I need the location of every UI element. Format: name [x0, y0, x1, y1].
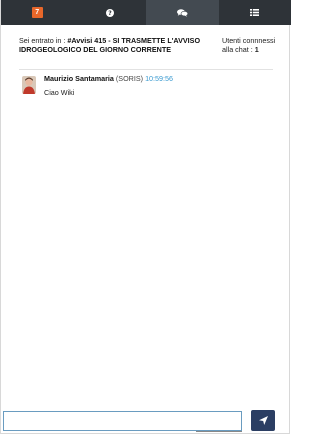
- chat-panel: 7 ? Sei entrato in: #Avvisi 415 - SI TR…: [0, 0, 291, 434]
- bottom-divider: [196, 431, 242, 432]
- send-icon: [258, 416, 268, 425]
- tab-help[interactable]: ?: [74, 0, 147, 25]
- list-icon: [250, 9, 260, 16]
- tab-chat[interactable]: [146, 0, 219, 25]
- svg-text:?: ?: [108, 10, 112, 17]
- header-divider: [19, 69, 273, 70]
- tab-bar: 7 ?: [1, 0, 291, 25]
- tab-notifications[interactable]: 7: [1, 0, 74, 25]
- help-circle-icon: ?: [105, 8, 114, 17]
- message-author: Maurizio Santamaria: [44, 74, 114, 83]
- chat-message: Maurizio Santamaria (SORIS) 10:59:56 Cia…: [22, 74, 272, 104]
- avatar: [22, 76, 36, 94]
- chat-header: Sei entrato in : #Avvisi 415 - SI TRASME…: [19, 36, 275, 66]
- send-button[interactable]: [251, 410, 275, 431]
- connected-users-count: 1: [254, 45, 259, 54]
- message-body: Maurizio Santamaria (SORIS) 10:59:56 Cia…: [44, 74, 270, 97]
- message-org: (SORIS): [115, 74, 144, 83]
- chat-bubbles-icon: [176, 8, 188, 17]
- chat-input[interactable]: [3, 411, 242, 431]
- message-meta: Maurizio Santamaria (SORIS) 10:59:56: [44, 74, 270, 83]
- connected-users-label: Utenti connnessi alla chat :: [222, 36, 276, 54]
- connected-users: Utenti connnessi alla chat : 1: [222, 36, 282, 54]
- notification-badge: 7: [31, 7, 43, 18]
- tab-list[interactable]: [219, 0, 292, 25]
- room-prefix: Sei entrato in :: [19, 36, 68, 45]
- room-info: Sei entrato in : #Avvisi 415 - SI TRASME…: [19, 36, 214, 54]
- message-time: 10:59:56: [145, 74, 174, 83]
- message-text: Ciao Wiki: [44, 88, 75, 97]
